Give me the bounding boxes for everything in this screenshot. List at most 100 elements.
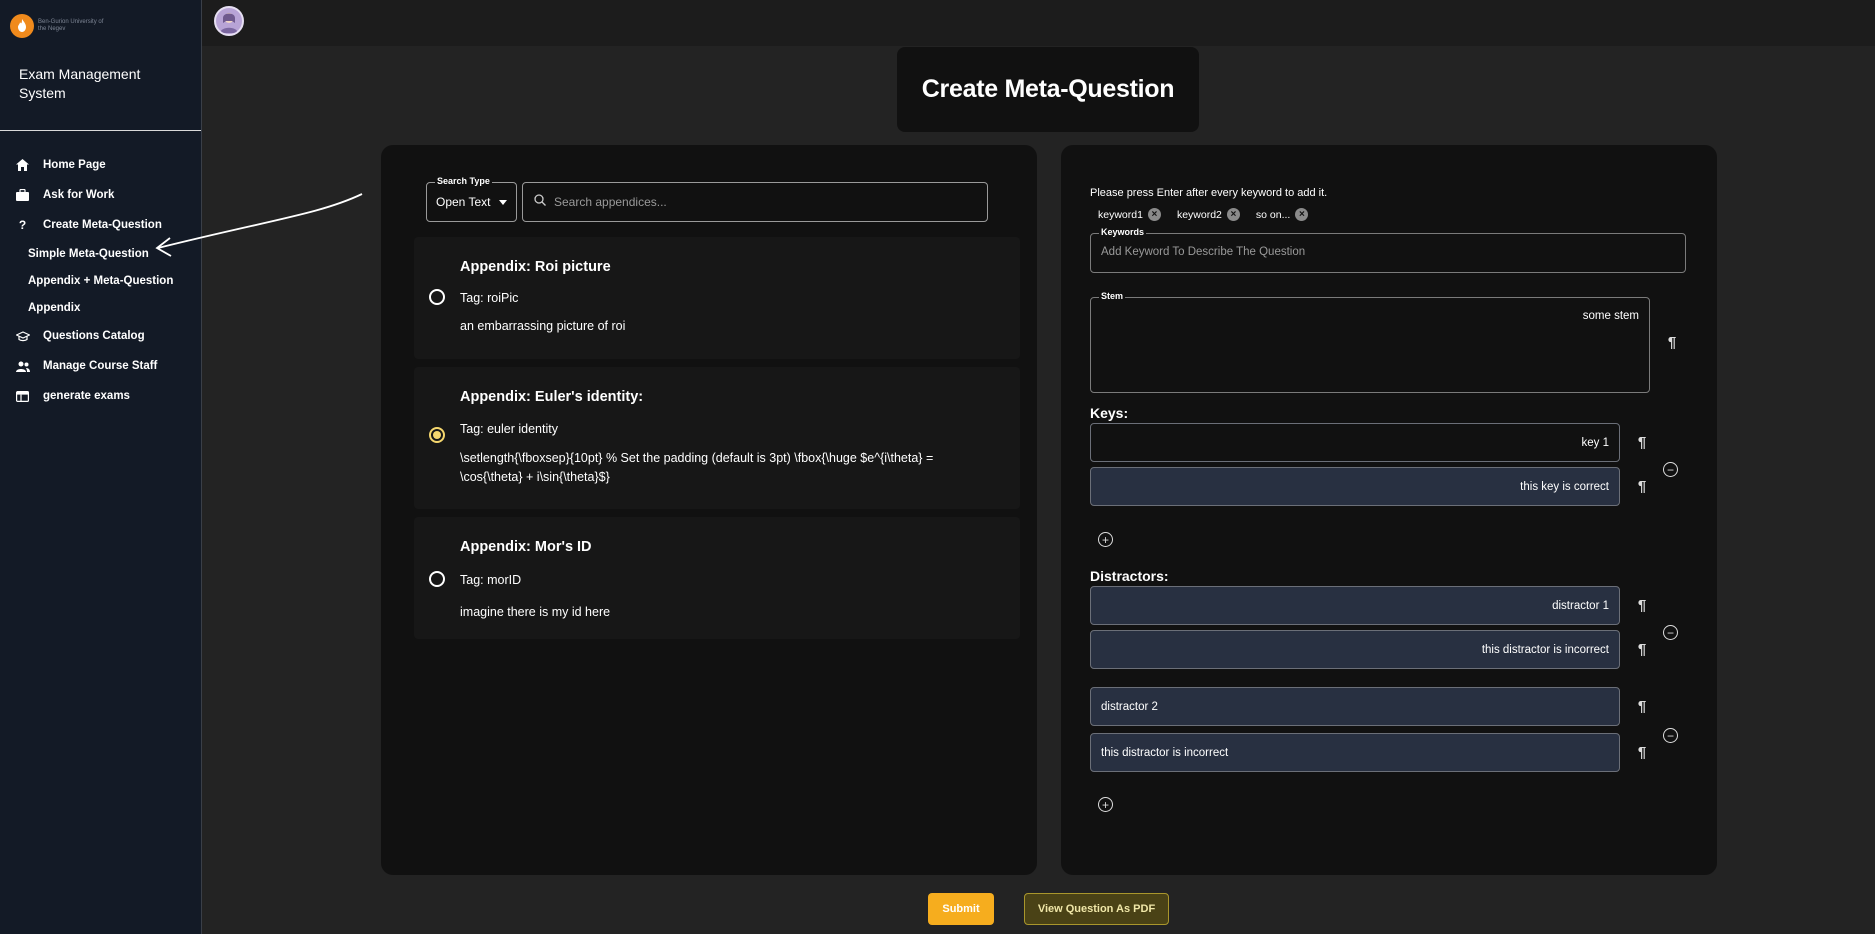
search-field[interactable]: [522, 182, 988, 222]
remove-distractor-icon[interactable]: −: [1663, 625, 1678, 640]
distractor-explanation-field[interactable]: this distractor is incorrect: [1090, 733, 1620, 772]
sidebar-item-manage-course-staff[interactable]: Manage Course Staff: [0, 351, 201, 381]
key-answer-field[interactable]: key 1: [1090, 423, 1620, 462]
appendix-card[interactable]: Appendix: Roi picture Tag: roiPic an emb…: [414, 237, 1020, 359]
key-answer-value: key 1: [1581, 436, 1610, 449]
sidebar-subitem-label: Simple Meta-Question: [28, 247, 149, 260]
text-direction-button[interactable]: ¶: [1631, 695, 1653, 717]
remove-distractor-icon[interactable]: −: [1663, 728, 1678, 743]
text-direction-button[interactable]: ¶: [1631, 741, 1653, 763]
search-type-value: Open Text: [436, 195, 491, 209]
keywords-field[interactable]: Keywords: [1090, 227, 1686, 273]
app-title: Exam Management System: [19, 66, 141, 101]
text-direction-button[interactable]: ¶: [1631, 475, 1653, 497]
appendix-radio-selected[interactable]: [429, 427, 445, 443]
stem-value: some stem: [1582, 310, 1639, 322]
sidebar-item-home[interactable]: Home Page: [0, 150, 201, 180]
sidebar-subitem-appendix-meta-question[interactable]: Appendix + Meta-Question: [0, 267, 201, 294]
question-form-panel: Please press Enter after every keyword t…: [1061, 145, 1717, 875]
appendix-panel: Search Type Open Text Appendix: Roi pict…: [381, 145, 1037, 875]
sidebar-item-generate-exams[interactable]: generate exams: [0, 381, 201, 411]
keyword-hint: Please press Enter after every keyword t…: [1090, 187, 1328, 199]
distractors-label: Distractors:: [1090, 568, 1169, 584]
distractor-explanation-value: this distractor is incorrect: [1101, 746, 1229, 759]
keys-label: Keys:: [1090, 405, 1129, 421]
appendix-title: Appendix: Euler's identity:: [460, 389, 644, 405]
sidebar-item-label: generate exams: [43, 390, 130, 402]
sidebar-item-label: Questions Catalog: [43, 330, 145, 342]
appendix-radio[interactable]: [429, 571, 445, 587]
key-explanation-field[interactable]: this key is correct: [1090, 467, 1620, 506]
sidebar-subitem-label: Appendix + Meta-Question: [28, 274, 174, 287]
keyword-chip-label: keyword1: [1098, 208, 1143, 221]
sidebar-item-label: Home Page: [43, 159, 106, 171]
remove-keyword-icon[interactable]: ×: [1295, 208, 1309, 221]
page-title: Create Meta-Question: [897, 47, 1199, 132]
keywords-label: Keywords: [1099, 227, 1147, 237]
distractor-answer-field[interactable]: distractor 2: [1090, 687, 1620, 726]
keywords-input[interactable]: [1101, 246, 1661, 258]
add-distractor-icon[interactable]: +: [1098, 797, 1113, 812]
distractor-answer-value: distractor 1: [1552, 599, 1609, 612]
home-icon: [0, 159, 43, 171]
keyword-chips: keyword1 × keyword2 × so on... ×: [1090, 206, 1309, 223]
distractor-explanation-value: this distractor is incorrect: [1481, 643, 1609, 656]
text-direction-button[interactable]: ¶: [1631, 431, 1653, 453]
distractor-explanation-field[interactable]: this distractor is incorrect: [1090, 630, 1620, 669]
question-icon: ?: [18, 218, 27, 232]
appendix-title: Appendix: Mor's ID: [460, 539, 592, 555]
stem-label: Stem: [1099, 291, 1126, 301]
search-type-select[interactable]: Search Type Open Text: [426, 176, 517, 222]
briefcase-icon: [0, 189, 43, 201]
sidebar: Ben-Gurion University of the Negev Exam …: [0, 0, 202, 934]
annotation-arrow: [155, 193, 363, 257]
sidebar-item-label: Create Meta-Question: [43, 219, 162, 231]
view-pdf-button[interactable]: View Question As PDF: [1024, 893, 1169, 925]
logo-text: Ben-Gurion University of the Negev: [38, 19, 104, 32]
appendix-tag: Tag: roiPic: [460, 291, 519, 305]
search-input[interactable]: [554, 195, 954, 209]
search-type-label: Search Type: [435, 176, 492, 186]
graduation-cap-icon: [0, 330, 43, 342]
flame-logo-icon: [10, 14, 34, 38]
appendix-content: an embarrassing picture of roi: [460, 319, 626, 333]
remove-keyword-icon[interactable]: ×: [1226, 208, 1240, 221]
sidebar-item-label: Ask for Work: [43, 189, 115, 201]
top-bar: [202, 0, 1875, 46]
keyword-chip-label: keyword2: [1176, 208, 1222, 221]
appendix-content: imagine there is my id here: [460, 605, 611, 619]
keyword-chip: keyword2 ×: [1169, 206, 1240, 223]
distractor-answer-value: distractor 2: [1101, 700, 1158, 713]
table-icon: [0, 390, 43, 402]
user-avatar[interactable]: [214, 6, 244, 36]
appendix-tag: Tag: morID: [460, 573, 522, 587]
sidebar-subitem-label: Appendix: [28, 301, 81, 314]
text-direction-button[interactable]: ¶: [1661, 331, 1683, 353]
text-direction-button[interactable]: ¶: [1631, 638, 1653, 660]
sidebar-divider: [0, 130, 201, 131]
appendix-tag: Tag: euler identity: [460, 422, 558, 436]
remove-keyword-icon[interactable]: ×: [1147, 208, 1161, 221]
appendix-radio[interactable]: [429, 289, 445, 305]
people-icon: [0, 361, 43, 372]
submit-button[interactable]: Submit: [928, 893, 994, 925]
distractor-answer-field[interactable]: distractor 1: [1090, 586, 1620, 625]
keyword-chip: so on... ×: [1248, 206, 1309, 223]
text-direction-button[interactable]: ¶: [1631, 594, 1653, 616]
university-logo[interactable]: Ben-Gurion University of the Negev: [10, 14, 108, 38]
stem-field[interactable]: Stem some stem: [1090, 291, 1650, 393]
key-explanation-value: this key is correct: [1520, 480, 1609, 493]
keyword-chip: keyword1 ×: [1090, 206, 1161, 223]
appendix-title: Appendix: Roi picture: [460, 259, 611, 275]
keyword-chip-label: so on...: [1255, 208, 1291, 221]
appendix-card[interactable]: Appendix: Mor's ID Tag: morID imagine th…: [414, 517, 1020, 639]
appendix-card[interactable]: Appendix: Euler's identity: Tag: euler i…: [414, 367, 1020, 509]
sidebar-item-label: Manage Course Staff: [43, 360, 158, 372]
add-key-icon[interactable]: +: [1098, 532, 1113, 547]
search-icon: [534, 193, 546, 211]
sidebar-subitem-appendix[interactable]: Appendix: [0, 294, 201, 321]
caret-down-icon: [499, 200, 507, 205]
remove-key-icon[interactable]: −: [1663, 462, 1678, 477]
sidebar-item-questions-catalog[interactable]: Questions Catalog: [0, 321, 201, 351]
appendix-content: \setlength{\fboxsep}{10pt} % Set the pad…: [460, 451, 934, 484]
